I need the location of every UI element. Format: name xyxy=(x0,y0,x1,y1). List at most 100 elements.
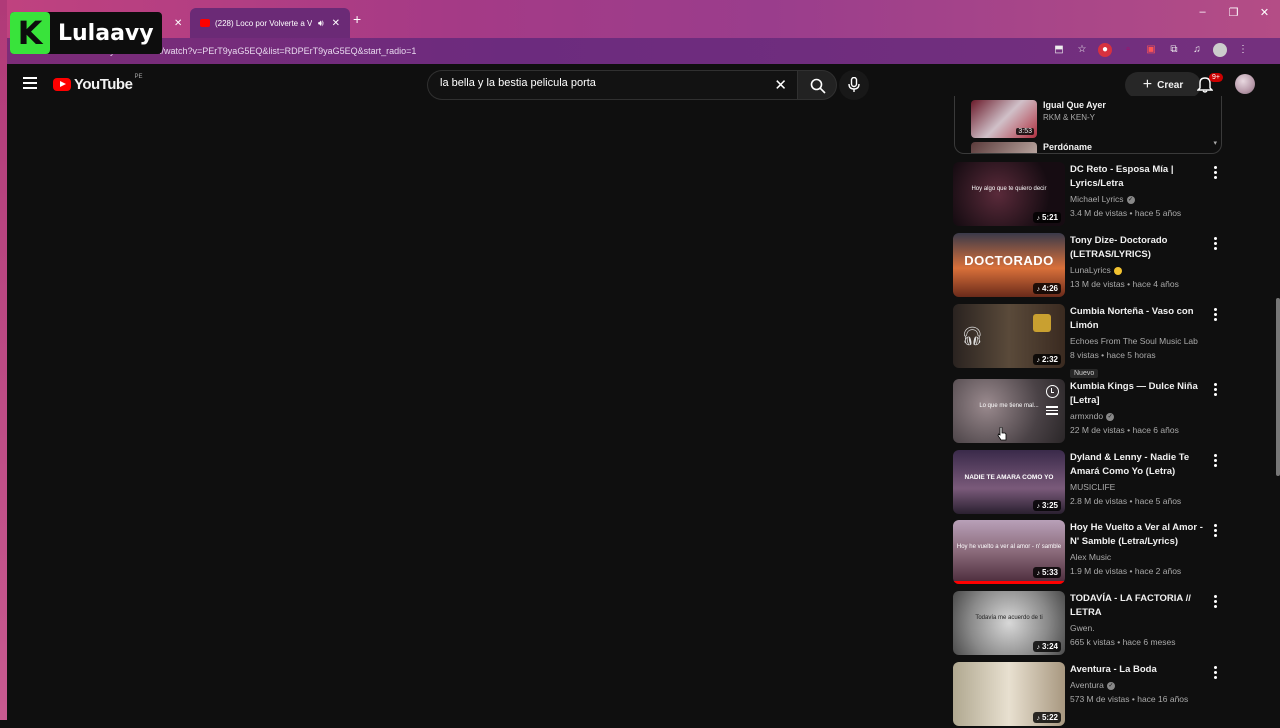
video-thumbnail[interactable]: Todavía me acuerdo de ti ♪ 3:24 xyxy=(953,591,1065,655)
extension-icons: ⬒ ☆ ● ▫ ▣ ⧉ ♫ ⋮ xyxy=(1052,43,1250,57)
thumbnail-emblem-icon xyxy=(1033,314,1051,332)
music-note-icon: ♪ xyxy=(1036,286,1040,293)
minimize-icon[interactable]: – xyxy=(1187,6,1218,19)
channel-name[interactable]: Alex Music xyxy=(1070,550,1210,564)
browser-menu-icon[interactable]: ⋮ xyxy=(1236,43,1250,57)
user-avatar[interactable] xyxy=(1235,74,1255,94)
playlist-panel: 3:53 Igual Que Ayer RKM & KEN-Y Perdónam… xyxy=(954,96,1222,154)
hover-actions xyxy=(1046,385,1059,417)
video-stats: 3.4 M de vistas • hace 5 años xyxy=(1070,208,1182,218)
new-tab-icon[interactable]: + xyxy=(353,11,361,27)
video-title[interactable]: Cumbia Norteña - Vaso con Limón xyxy=(1070,305,1210,333)
microphone-icon xyxy=(848,77,860,92)
video-stats: 573 M de vistas • hace 16 años xyxy=(1070,694,1189,704)
voice-search-button[interactable] xyxy=(839,70,869,100)
page-scrollbar[interactable] xyxy=(1276,298,1280,476)
bookmark-star-icon[interactable]: ☆ xyxy=(1075,43,1089,57)
extension-red-icon[interactable]: ● xyxy=(1098,43,1112,57)
search-icon xyxy=(810,78,826,94)
channel-name[interactable]: Gwen. xyxy=(1070,621,1210,635)
thumbnail-caption: DOCTORADO xyxy=(964,253,1054,268)
close-icon[interactable]: ✕ xyxy=(332,18,340,29)
video-card[interactable]: Lo que me tiene mal... Kumbia Kings — Du… xyxy=(953,379,1227,445)
video-card[interactable]: 🎧︎ ♪ 2:32 Cumbia Norteña - Vaso con Limón… xyxy=(953,304,1227,378)
video-meta: TODAVÍA - LA FACTORIA // LETRA Gwen. 665… xyxy=(1070,592,1210,649)
notification-count-badge: 9+ xyxy=(1209,73,1223,82)
chevron-down-icon[interactable]: ▾ xyxy=(1213,139,1217,147)
video-title[interactable]: Kumbia Kings — Dulce Niña [Letra] xyxy=(1070,380,1210,408)
video-meta: Dyland & Lenny - Nadie Te Amará Como Yo … xyxy=(1070,451,1210,508)
channel-name[interactable]: Aventura ✓ xyxy=(1070,678,1210,692)
address-bar: ↻ youtube.com/watch?v=PErT9yaG5EQ&list=R… xyxy=(0,38,1280,64)
video-thumbnail[interactable]: Hoy algo que te quiero decir ♪ 5:21 xyxy=(953,162,1065,226)
video-thumbnail[interactable]: 🎧︎ ♪ 2:32 xyxy=(953,304,1065,368)
video-title[interactable]: Aventura - La Boda xyxy=(1070,663,1210,677)
more-actions-icon[interactable] xyxy=(1214,454,1218,469)
video-title[interactable]: Tony Dize- Doctorado (LETRAS/LYRICS) xyxy=(1070,234,1210,262)
channel-name[interactable]: LunaLyrics xyxy=(1070,263,1210,277)
video-card[interactable]: Hoy algo que te quiero decir ♪ 5:21 DC Re… xyxy=(953,162,1227,228)
video-title[interactable]: TODAVÍA - LA FACTORIA // LETRA xyxy=(1070,592,1210,620)
media-icon[interactable]: ♫ xyxy=(1190,43,1204,57)
profile-icon[interactable] xyxy=(1213,43,1227,57)
country-code: PE xyxy=(134,73,143,80)
playlist-item[interactable]: 3:53 Igual Que Ayer RKM & KEN-Y xyxy=(971,100,1106,138)
video-thumbnail[interactable]: Lo que me tiene mal... xyxy=(953,379,1065,443)
url-field[interactable]: youtube.com/watch?v=PErT9yaG5EQ&list=RDP… xyxy=(86,42,1086,60)
video-card[interactable]: Todavía me acuerdo de ti ♪ 3:24 TODAVÍA -… xyxy=(953,591,1227,657)
more-actions-icon[interactable] xyxy=(1214,237,1218,252)
video-card[interactable]: ♪ 5:22 Aventura - La Boda Aventura ✓ 573 M… xyxy=(953,662,1227,728)
more-actions-icon[interactable] xyxy=(1214,595,1218,610)
tab-active[interactable]: (228) Loco por Volverte a V 🔊︎ ✕ xyxy=(190,8,350,38)
video-thumbnail[interactable]: ♪ 5:22 xyxy=(953,662,1065,726)
video-card[interactable]: DOCTORADO ♪ 4:26 Tony Dize- Doctorado (LE… xyxy=(953,233,1227,299)
video-thumbnail[interactable]: NADIE TE AMARA COMO YO ♪ 3:25 xyxy=(953,450,1065,514)
verified-icon: ✓ xyxy=(1106,412,1115,421)
window-close-icon[interactable]: ✕ xyxy=(1249,6,1280,19)
clear-search-icon[interactable]: ✕ xyxy=(774,76,787,94)
streamer-watermark: K Lulaavy xyxy=(10,12,162,54)
window-controls: – ❐ ✕ xyxy=(1187,6,1280,19)
duration-badge: 3:53 xyxy=(1016,128,1034,135)
channel-name[interactable]: Echoes From The Soul Music Lab xyxy=(1070,334,1210,348)
thumbnail-caption: Hoy algo que te quiero decir xyxy=(971,186,1047,192)
extension-faded-icon[interactable]: ▫ xyxy=(1121,43,1135,57)
search-input[interactable] xyxy=(440,77,760,89)
video-thumbnail[interactable]: Hoy he vuelto a ver al amor - n' samble … xyxy=(953,520,1065,584)
create-button[interactable]: + Crear xyxy=(1125,72,1201,98)
playlist-item[interactable]: Perdóname xyxy=(971,142,1092,153)
channel-name[interactable]: armxndo ✓ xyxy=(1070,409,1210,423)
video-title[interactable]: Dyland & Lenny - Nadie Te Amará Como Yo … xyxy=(1070,451,1210,479)
close-icon[interactable]: ✕ xyxy=(174,18,182,29)
video-title[interactable]: Hoy He Vuelto a Ver al Amor - N' Samble … xyxy=(1070,521,1210,549)
extensions-puzzle-icon[interactable]: ⧉ xyxy=(1167,43,1181,57)
tab-title: (228) Loco por Volverte a V xyxy=(214,18,312,28)
more-actions-icon[interactable] xyxy=(1214,666,1218,681)
speaker-icon[interactable]: 🔊︎ xyxy=(318,18,324,29)
extension-pdf-icon[interactable]: ▣ xyxy=(1144,43,1158,57)
hamburger-menu-icon[interactable] xyxy=(23,77,37,92)
more-actions-icon[interactable] xyxy=(1214,383,1218,398)
plus-icon: + xyxy=(1142,76,1153,93)
more-actions-icon[interactable] xyxy=(1214,524,1218,539)
video-meta: Cumbia Norteña - Vaso con Limón Echoes F… xyxy=(1070,305,1210,380)
duration-badge: ♪ 2:32 xyxy=(1033,354,1061,365)
video-title[interactable]: DC Reto - Esposa Mía | Lyrics/Letra xyxy=(1070,163,1210,191)
youtube-logo[interactable]: YouTube PE xyxy=(53,73,143,93)
restore-icon[interactable]: ❐ xyxy=(1218,6,1249,19)
more-actions-icon[interactable] xyxy=(1214,308,1218,323)
channel-name[interactable]: Michael Lyrics ✓ xyxy=(1070,192,1210,206)
video-thumbnail[interactable]: DOCTORADO ♪ 4:26 xyxy=(953,233,1065,297)
duration-badge: ♪ 5:22 xyxy=(1033,712,1061,723)
video-card[interactable]: Hoy he vuelto a ver al amor - n' samble … xyxy=(953,520,1227,586)
more-actions-icon[interactable] xyxy=(1214,166,1218,181)
add-to-queue-icon[interactable] xyxy=(1046,406,1058,415)
watch-later-icon[interactable] xyxy=(1046,385,1059,398)
install-icon[interactable]: ⬒ xyxy=(1052,43,1066,57)
playlist-item-channel: RKM & KEN-Y xyxy=(1043,113,1096,122)
window-border-left xyxy=(0,0,7,720)
channel-name[interactable]: MUSICLIFE xyxy=(1070,480,1210,494)
video-card[interactable]: NADIE TE AMARA COMO YO ♪ 3:25 Dyland & Le… xyxy=(953,450,1227,516)
video-player-area[interactable] xyxy=(7,106,947,720)
search-button[interactable] xyxy=(797,70,837,100)
